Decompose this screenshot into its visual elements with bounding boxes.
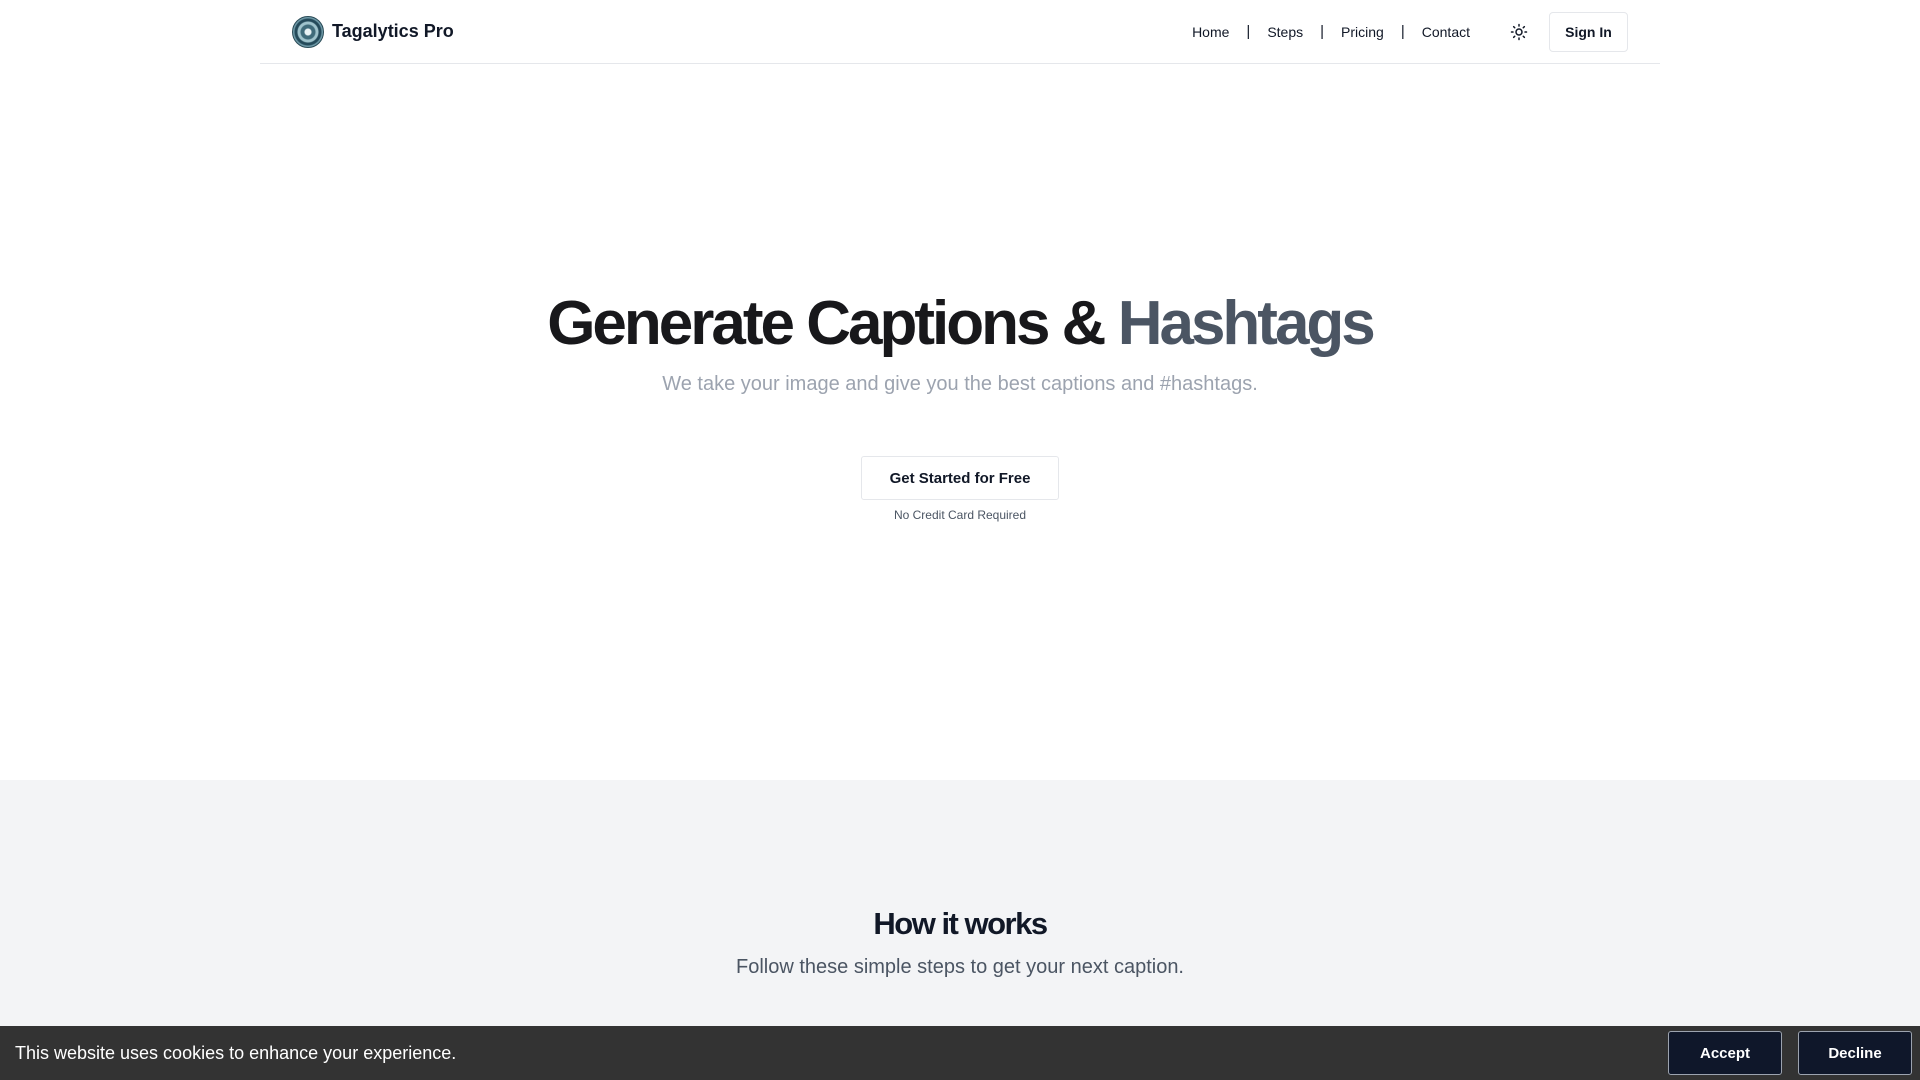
hero-title: Generate Captions & Hashtags [0, 289, 1920, 358]
main-nav: Home | Steps | Pricing | Contact Sign In [1175, 11, 1628, 52]
nav-link-steps[interactable]: Steps [1250, 24, 1320, 40]
sun-icon [1510, 23, 1528, 40]
get-started-button[interactable]: Get Started for Free [861, 456, 1059, 500]
brand-logo [292, 15, 324, 48]
top-navbar: Tagalytics Pro Home | Steps | Pricing | … [260, 0, 1660, 64]
brand[interactable]: Tagalytics Pro [292, 15, 454, 48]
cookie-banner: This website uses cookies to enhance you… [0, 1026, 1920, 1080]
cookie-message: This website uses cookies to enhance you… [15, 1042, 457, 1063]
cookie-actions: Accept Decline [1668, 1031, 1912, 1075]
hero-subtitle: We take your image and give you the best… [662, 373, 1258, 395]
accept-cookies-button[interactable]: Accept [1668, 1031, 1782, 1075]
nav-link-contact[interactable]: Contact [1405, 24, 1487, 40]
nav-link-pricing[interactable]: Pricing [1324, 24, 1401, 40]
theme-toggle-button[interactable] [1499, 12, 1539, 52]
nav-link-home[interactable]: Home [1175, 24, 1246, 40]
how-it-works-subtitle: Follow these simple steps to get your ne… [735, 956, 1184, 978]
decline-cookies-button[interactable]: Decline [1798, 1031, 1912, 1075]
sign-in-button[interactable]: Sign In [1549, 11, 1628, 52]
how-it-works-title: How it works [873, 906, 1048, 941]
hero-title-part1: Generate Captions & [547, 289, 1106, 358]
brand-name: Tagalytics Pro [332, 21, 454, 41]
cta-note: No Credit Card Required [893, 508, 1027, 522]
hero-title-part2: Hashtags [1117, 289, 1376, 358]
hero-section: Generate Captions & Hashtags We take you… [0, 64, 1920, 780]
